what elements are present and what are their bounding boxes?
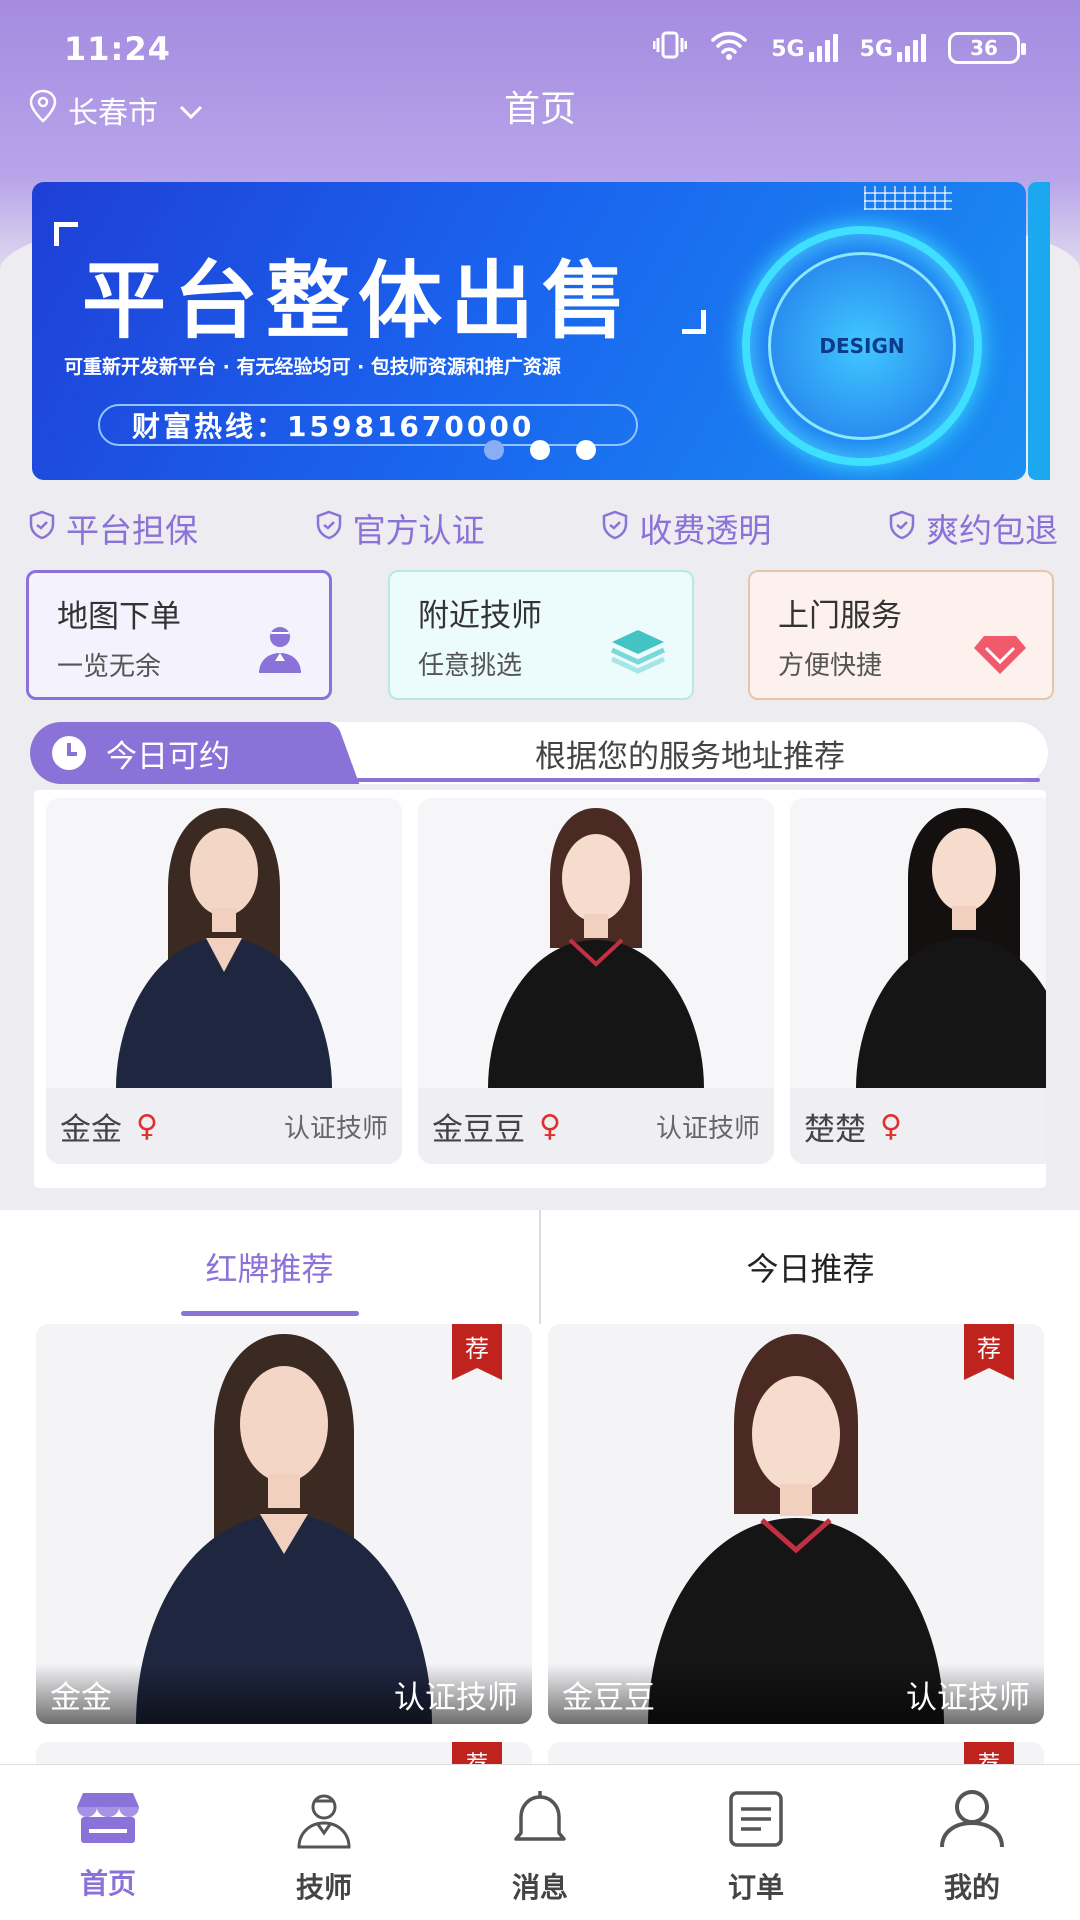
tech-cert: 认证技师 — [655, 1113, 760, 1144]
tech-info: 金豆豆 ♀ 认证技师 — [418, 1088, 774, 1164]
guarantee-item: 爽约包退 — [888, 504, 1058, 552]
nav-profile[interactable]: 我的 — [864, 1765, 1080, 1920]
guarantee-item: 平台担保 — [28, 504, 198, 552]
signal-5g-icon-2: 5G — [860, 34, 926, 62]
bell-icon — [509, 1789, 571, 1856]
guarantee-label: 官方认证 — [352, 511, 485, 550]
guarantee-label: 收费透明 — [639, 511, 772, 550]
wifi-icon — [709, 30, 749, 66]
guarantee-label: 平台担保 — [66, 511, 198, 550]
recommend-card[interactable]: 荐 金金 认证技师 — [36, 1324, 532, 1724]
today-tab-label: 今日可约 — [106, 738, 230, 775]
tech-info: 金金 ♀ 认证技师 — [46, 1088, 402, 1164]
network-type-label: 5G — [771, 37, 805, 62]
guarantee-item: 官方认证 — [315, 504, 485, 552]
shield-check-icon — [28, 509, 56, 548]
nav-label: 首页 — [79, 1867, 136, 1900]
page-title: 首页 — [503, 89, 576, 130]
promo-banner[interactable]: 平台整体出售 可重新开发新平台 · 有无经验均可 · 包技师资源和推广资源 财富… — [32, 182, 1026, 480]
tech-cert: 认证技师 — [906, 1679, 1030, 1716]
recommend-card[interactable]: 荐 金豆豆 认证技师 — [548, 1324, 1044, 1724]
tech-name: 金豆豆 — [432, 1111, 525, 1148]
nav-technician[interactable]: 技师 — [216, 1765, 432, 1920]
tech-cert: 认证技师 — [394, 1679, 518, 1716]
nav-label: 订单 — [727, 1871, 784, 1904]
banner-dot-2[interactable] — [530, 440, 550, 460]
nav-home[interactable]: 首页 — [0, 1765, 216, 1920]
recommend-tabs: 红牌推荐 今日推荐 — [0, 1210, 1080, 1324]
recommend-tag: 荐 — [964, 1324, 1014, 1380]
tech-photo — [46, 798, 402, 1088]
banner-pagination — [484, 440, 596, 460]
female-icon: ♀ — [136, 1108, 158, 1144]
banner-subtitle: 可重新开发新平台 · 有无经验均可 · 包技师资源和推广资源 — [64, 356, 561, 378]
banner-design-badge: DESIGN — [768, 252, 956, 440]
today-tech-list[interactable]: 金金 ♀ 认证技师 金豆豆 ♀ 认证技师 楚楚 ♀ — [34, 790, 1046, 1188]
today-hint: 根据您的服务地址推荐 — [535, 738, 845, 775]
vibrate-icon — [652, 30, 688, 66]
tech-cert: 认证技师 — [283, 1113, 388, 1144]
shield-check-icon — [315, 509, 343, 548]
shop-icon — [71, 1789, 145, 1852]
status-bar: 11:24 5G 5G 36 — [0, 0, 1080, 90]
card-title: 上门服务 — [778, 598, 902, 634]
tech-name: 楚楚 — [804, 1111, 866, 1148]
nav-label: 技师 — [295, 1871, 352, 1904]
banner-title: 平台整体出售 — [82, 252, 635, 350]
battery-icon: 36 — [948, 32, 1026, 64]
order-icon — [725, 1789, 787, 1856]
banner-grid-decoration — [864, 186, 952, 210]
card-overlay: 金豆豆 认证技师 — [548, 1664, 1044, 1724]
tech-info: 楚楚 ♀ 认 — [790, 1088, 1046, 1164]
banner-dot-3[interactable] — [576, 440, 596, 460]
service-card-map-order[interactable]: 地图下单 一览无余 — [26, 570, 332, 700]
tech-card[interactable]: 楚楚 ♀ 认 — [790, 798, 1046, 1164]
today-available-bar: 今日可约 根据您的服务地址推荐 — [30, 722, 1048, 784]
clock-icon — [52, 736, 86, 770]
service-card-home[interactable]: 上门服务 方便快捷 — [748, 570, 1054, 700]
shield-check-icon — [601, 509, 629, 548]
today-underline — [300, 778, 1040, 782]
tech-card[interactable]: 金金 ♀ 认证技师 — [46, 798, 402, 1164]
nav-label: 我的 — [943, 1871, 1000, 1904]
layers-icon — [608, 626, 668, 680]
tab-today[interactable]: 今日推荐 — [541, 1210, 1080, 1324]
tech-name: 金金 — [60, 1111, 122, 1148]
tech-name: 金金 — [50, 1679, 112, 1716]
female-icon: ♀ — [539, 1108, 561, 1144]
nav-orders[interactable]: 订单 — [648, 1765, 864, 1920]
today-available-tab[interactable]: 今日可约 — [30, 722, 330, 784]
tech-photo — [790, 798, 1046, 1088]
female-icon: ♀ — [880, 1108, 902, 1144]
signal-5g-icon: 5G — [771, 34, 838, 62]
banner-design-label: DESIGN — [819, 334, 905, 358]
guarantee-row: 平台担保 官方认证 收费透明 爽约包退 — [28, 504, 1058, 552]
banner-bracket-left — [54, 222, 78, 246]
card-overlay: 金金 认证技师 — [36, 1664, 532, 1724]
banner-dot-1[interactable] — [484, 440, 504, 460]
diamond-icon — [972, 632, 1028, 680]
technician-icon — [293, 1789, 355, 1856]
guarantee-item: 收费透明 — [601, 504, 771, 552]
service-card-nearby[interactable]: 附近技师 任意挑选 — [388, 570, 694, 700]
recommend-tag: 荐 — [452, 1324, 502, 1380]
shield-check-icon — [888, 509, 916, 548]
tab-red-card[interactable]: 红牌推荐 — [0, 1210, 539, 1324]
banner-bracket-right — [682, 310, 706, 334]
tech-card[interactable]: 金豆豆 ♀ 认证技师 — [418, 798, 774, 1164]
guarantee-label: 爽约包退 — [925, 511, 1058, 550]
network-type-label-2: 5G — [859, 37, 893, 62]
tech-name: 金豆豆 — [562, 1679, 655, 1716]
status-time: 11:24 — [64, 30, 171, 68]
user-icon — [936, 1789, 1008, 1856]
next-banner-peek[interactable] — [1028, 182, 1050, 480]
status-icons: 5G 5G 36 — [652, 30, 1026, 66]
bottom-nav: 首页 技师 消息 订单 我的 — [0, 1764, 1080, 1920]
tech-photo — [418, 798, 774, 1088]
recommend-grid: 荐 金金 认证技师 荐 金豆豆 认证技师 荐 荐 — [0, 1324, 1080, 1782]
nav-messages[interactable]: 消息 — [432, 1765, 648, 1920]
nav-label: 消息 — [511, 1871, 568, 1904]
technician-icon — [255, 623, 305, 679]
